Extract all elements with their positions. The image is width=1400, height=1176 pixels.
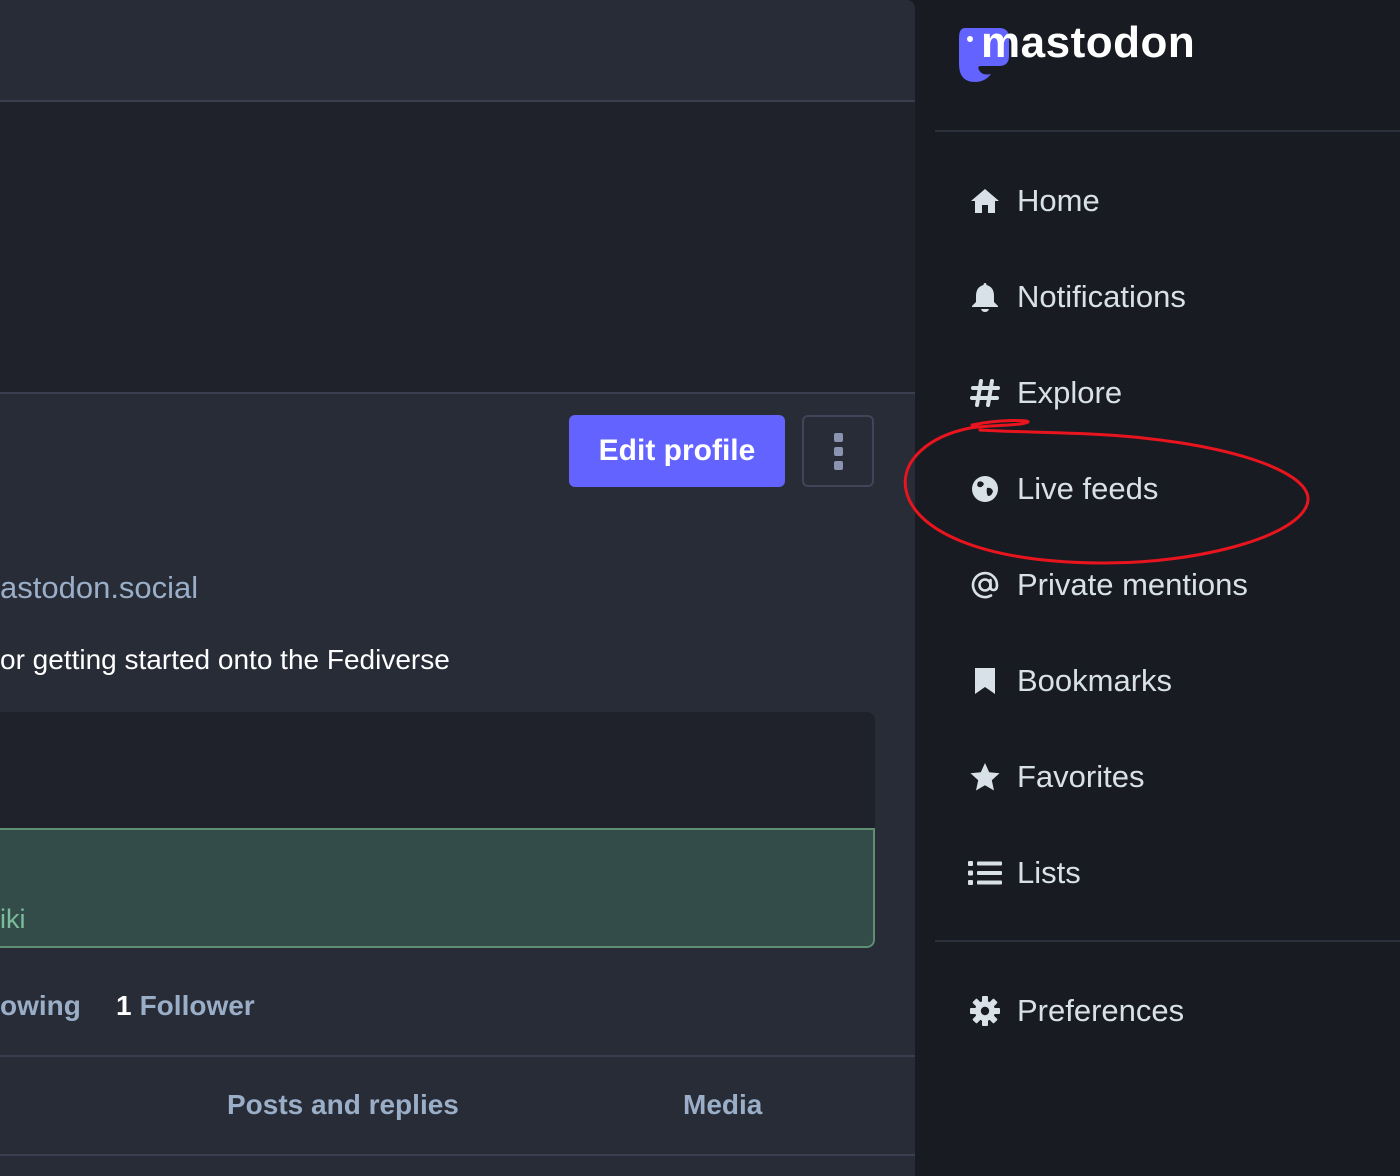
nav-item-bookmarks[interactable]: Bookmarks xyxy=(967,656,1387,706)
navigation-panel: mastodon Home Notifications Explore Live… xyxy=(915,0,1400,1176)
home-icon xyxy=(967,183,1003,219)
at-icon xyxy=(967,567,1003,603)
profile-field-verified: iki xyxy=(0,828,875,948)
nav-item-label: Notifications xyxy=(1017,279,1186,314)
tab-posts-and-replies[interactable]: Posts and replies xyxy=(227,1089,459,1121)
divider xyxy=(935,130,1400,132)
profile-bio: or getting started onto the Fediverse xyxy=(0,644,450,675)
nav-item-favorites[interactable]: Favorites xyxy=(967,752,1387,802)
divider xyxy=(0,392,915,394)
nav-item-label: Favorites xyxy=(1017,759,1145,794)
nav-item-home[interactable]: Home xyxy=(967,176,1387,226)
divider xyxy=(0,1154,915,1156)
followers-label: Follower xyxy=(139,990,255,1021)
nav-item-label: Explore xyxy=(1017,375,1123,410)
profile-handle: astodon.social xyxy=(0,570,199,605)
edit-profile-button[interactable]: Edit profile xyxy=(569,415,785,487)
star-icon xyxy=(967,759,1003,795)
globe-icon xyxy=(967,471,1003,507)
nav-item-notifications[interactable]: Notifications xyxy=(967,272,1387,322)
ellipsis-vertical-icon xyxy=(833,432,843,470)
profile-tabs: Posts and replies Media xyxy=(0,1057,915,1154)
logo-wordmark: mastodon xyxy=(981,18,1196,67)
followers-link[interactable]: 1 Follower xyxy=(116,990,255,1022)
divider xyxy=(935,940,1400,942)
more-options-button[interactable] xyxy=(802,415,874,487)
nav-item-label: Lists xyxy=(1017,855,1081,890)
bell-icon xyxy=(967,279,1003,315)
nav-item-explore[interactable]: Explore xyxy=(967,368,1387,418)
verified-link[interactable]: iki xyxy=(0,904,26,935)
following-link[interactable]: owing xyxy=(0,990,81,1022)
nav-item-live-feeds[interactable]: Live feeds xyxy=(967,464,1387,514)
nav-item-lists[interactable]: Lists xyxy=(967,848,1387,898)
nav-item-label: Home xyxy=(1017,183,1100,218)
profile-column: Edit profile astodon.social or getting s… xyxy=(0,0,915,1176)
gear-icon xyxy=(967,993,1003,1029)
nav-item-label: Bookmarks xyxy=(1017,663,1173,698)
profile-banner xyxy=(0,102,915,392)
profile-fields: iki xyxy=(0,712,875,948)
nav-item-label: Live feeds xyxy=(1017,471,1159,506)
nav-item-label: Private mentions xyxy=(1017,567,1248,602)
nav-item-private-mentions[interactable]: Private mentions xyxy=(967,560,1387,610)
profile-field xyxy=(0,712,875,828)
followers-count: 1 xyxy=(116,990,132,1021)
column-header xyxy=(0,4,915,100)
bookmark-icon xyxy=(967,663,1003,699)
tab-media[interactable]: Media xyxy=(683,1089,762,1121)
hashtag-icon xyxy=(967,375,1003,411)
nav-item-preferences[interactable]: Preferences xyxy=(967,986,1387,1036)
list-icon xyxy=(967,855,1003,891)
nav-item-label: Preferences xyxy=(1017,993,1185,1028)
